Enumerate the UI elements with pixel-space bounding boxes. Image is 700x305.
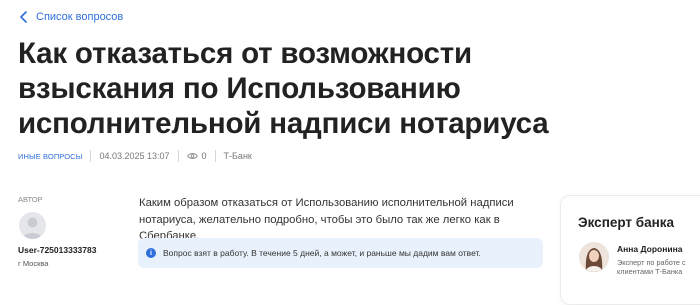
status-info-text: Вопрос взят в работу. В течение 5 дней, … bbox=[163, 248, 481, 258]
expert-card-title: Эксперт банка bbox=[578, 215, 675, 230]
chevron-left-icon bbox=[20, 11, 27, 23]
author-avatar bbox=[19, 212, 46, 239]
eye-icon bbox=[186, 153, 198, 159]
meta-divider bbox=[214, 150, 216, 162]
bank-expert-card: Эксперт банка Анна Доронина Эксперт по р… bbox=[560, 195, 700, 305]
author-city: г Москва bbox=[18, 259, 49, 268]
meta-divider bbox=[90, 150, 92, 162]
back-to-questions-link[interactable]: Список вопросов bbox=[19, 11, 123, 23]
status-info-box: i Вопрос взят в работу. В течение 5 дней… bbox=[138, 238, 543, 268]
views-count: 0 bbox=[201, 151, 207, 161]
expert-avatar bbox=[579, 242, 609, 272]
back-link-label: Список вопросов bbox=[36, 11, 124, 23]
expert-name: Анна Доронина bbox=[617, 244, 683, 254]
bank-name: Т-Банк bbox=[223, 151, 252, 161]
page-title: Как отказаться от возможности взыскания … bbox=[18, 37, 549, 140]
info-icon: i bbox=[146, 248, 156, 258]
author-label: Автор bbox=[18, 195, 43, 204]
question-meta: Иные вопросы 04.03.2025 13:07 0 Т-Банк bbox=[18, 150, 252, 162]
expert-role: Эксперт по работе с клиентами Т-Банка bbox=[617, 258, 686, 276]
views-counter: 0 bbox=[186, 151, 207, 161]
expert-photo bbox=[579, 242, 609, 272]
author-name: User-725013333783 bbox=[18, 245, 97, 255]
user-placeholder-icon bbox=[22, 217, 43, 239]
category-link[interactable]: Иные вопросы bbox=[18, 152, 82, 161]
question-date: 04.03.2025 13:07 bbox=[99, 151, 170, 161]
meta-divider bbox=[177, 150, 179, 162]
